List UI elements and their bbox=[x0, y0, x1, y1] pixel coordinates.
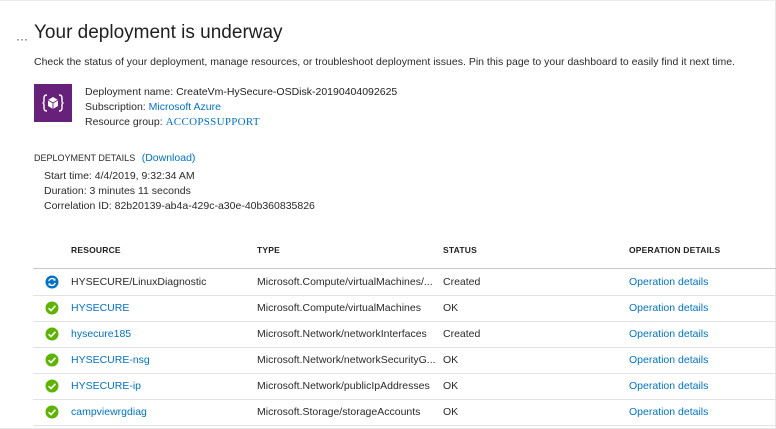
duration-label: Duration: bbox=[44, 185, 87, 197]
start-time-value: 4/4/2019, 9:32:34 AM bbox=[94, 170, 195, 182]
deployment-details-label: DEPLOYMENT DETAILS bbox=[34, 153, 136, 163]
success-check-icon bbox=[45, 353, 59, 367]
deployment-cube-icon bbox=[34, 84, 72, 122]
resource-name-link[interactable]: hysecure185 bbox=[71, 328, 131, 340]
resource-status: Created bbox=[443, 328, 481, 340]
column-header-status[interactable]: STATUS bbox=[443, 245, 477, 255]
resource-type: Microsoft.Network/networkInterfaces bbox=[257, 328, 427, 340]
resource-group-link[interactable]: ACCOPSSUPPORT bbox=[166, 116, 260, 128]
resource-status: OK bbox=[443, 302, 459, 314]
table-row: HYSECURE-ip Microsoft.Network/publicIpAd… bbox=[33, 373, 776, 400]
operation-details-link[interactable]: Operation details bbox=[629, 276, 708, 288]
top-divider bbox=[0, 0, 776, 1]
success-check-icon bbox=[45, 379, 59, 393]
duration-value: 3 minutes 11 seconds bbox=[89, 185, 191, 197]
resource-status: OK bbox=[443, 354, 459, 366]
deployment-details-header: DEPLOYMENT DETAILS (Download) bbox=[34, 152, 195, 164]
column-header-resource[interactable]: RESOURCE bbox=[71, 245, 121, 255]
operation-details-link[interactable]: Operation details bbox=[629, 354, 708, 366]
page-title: Your deployment is underway bbox=[34, 22, 283, 43]
deployment-name-value: CreateVm-HySecure-OSDisk-20190404092625 bbox=[176, 86, 398, 98]
operation-details-link[interactable]: Operation details bbox=[629, 302, 708, 314]
operation-details-link[interactable]: Operation details bbox=[629, 380, 708, 392]
column-header-type[interactable]: TYPE bbox=[257, 245, 280, 255]
start-time-label: Start time: bbox=[44, 170, 92, 182]
resource-group-label: Resource group: bbox=[85, 116, 163, 128]
subscription-label: Subscription: bbox=[85, 101, 146, 113]
subscription-link[interactable]: Microsoft Azure bbox=[149, 101, 221, 113]
download-link[interactable]: (Download) bbox=[142, 152, 196, 164]
more-options-icon[interactable]: ··· bbox=[16, 33, 28, 45]
resource-name-link[interactable]: campviewrgdiag bbox=[71, 406, 147, 418]
resource-type: Microsoft.Compute/virtualMachines/... bbox=[257, 276, 433, 288]
resource-name-link[interactable]: HYSECURE-nsg bbox=[71, 354, 150, 366]
resource-name: HYSECURE/LinuxDiagnostic bbox=[71, 276, 207, 288]
success-check-icon bbox=[45, 327, 59, 341]
success-check-icon bbox=[45, 405, 59, 419]
success-check-icon bbox=[45, 301, 59, 315]
deployment-details: Start time: 4/4/2019, 9:32:34 AM Duratio… bbox=[44, 169, 315, 214]
deployment-name-label: Deployment name: bbox=[85, 86, 174, 98]
resource-name-link[interactable]: HYSECURE bbox=[71, 302, 129, 314]
resource-status: Created bbox=[443, 276, 481, 288]
table-row: campviewrgdiag Microsoft.Storage/storage… bbox=[33, 399, 776, 426]
operation-details-link[interactable]: Operation details bbox=[629, 406, 708, 418]
correlation-id-label: Correlation ID: bbox=[44, 200, 112, 212]
resource-type: Microsoft.Network/publicIpAddresses bbox=[257, 380, 430, 392]
table-row: hysecure185 Microsoft.Network/networkInt… bbox=[33, 321, 776, 348]
column-header-operation-details[interactable]: OPERATION DETAILS bbox=[629, 245, 720, 255]
in-progress-icon bbox=[45, 275, 59, 289]
correlation-id-value: 82b20139-ab4a-429c-a30e-40b360835826 bbox=[114, 200, 315, 212]
deployment-info: Deployment name: CreateVm-HySecure-OSDis… bbox=[85, 85, 397, 130]
operation-details-link[interactable]: Operation details bbox=[629, 328, 708, 340]
resource-type: Microsoft.Storage/storageAccounts bbox=[257, 406, 421, 418]
page-subtitle: Check the status of your deployment, man… bbox=[34, 56, 735, 68]
resource-status: OK bbox=[443, 380, 459, 392]
table-row: HYSECURE Microsoft.Compute/virtualMachin… bbox=[33, 295, 776, 322]
table-row: HYSECURE/LinuxDiagnostic Microsoft.Compu… bbox=[33, 269, 776, 296]
resource-type: Microsoft.Compute/virtualMachines bbox=[257, 302, 421, 314]
resource-type: Microsoft.Network/networkSecurityG... bbox=[257, 354, 436, 366]
table-row: HYSECURE-nsg Microsoft.Network/networkSe… bbox=[33, 347, 776, 374]
resource-name-link[interactable]: HYSECURE-ip bbox=[71, 380, 141, 392]
resource-status: OK bbox=[443, 406, 459, 418]
